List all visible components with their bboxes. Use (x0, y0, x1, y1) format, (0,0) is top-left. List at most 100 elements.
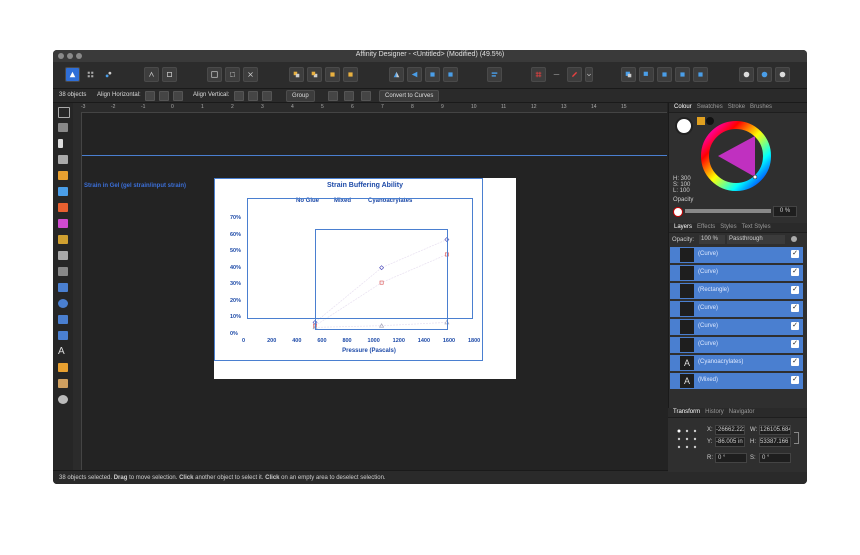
tab-history[interactable]: History (705, 408, 724, 417)
rotation-field[interactable]: 0 ° (715, 453, 747, 463)
document-page[interactable]: Strain Buffering Ability No Glue Mixed C… (214, 178, 516, 379)
snap-options-chevron-icon[interactable] (585, 67, 593, 82)
boolean-subtract-icon[interactable] (225, 67, 240, 82)
layer-row[interactable]: (Curve) ✓ (670, 301, 803, 318)
convert-to-curves-button[interactable]: Convert to Curves (379, 90, 440, 102)
move-to-back-icon[interactable] (325, 67, 340, 82)
boolean-add-icon[interactable] (207, 67, 222, 82)
tab-styles[interactable]: Styles (720, 223, 736, 232)
fill-tool-icon[interactable] (58, 219, 68, 228)
layer-row[interactable]: (Curve) ✓ (670, 265, 803, 282)
layer-visibility-checkbox[interactable]: ✓ (791, 268, 799, 276)
transparency-tool-icon[interactable] (58, 235, 68, 244)
blend-mode-select[interactable]: Passthrough (727, 235, 785, 244)
tab-text-styles[interactable]: Text Styles (742, 223, 771, 232)
zoom-tool-icon[interactable] (58, 395, 68, 404)
insert-target-icon[interactable] (693, 67, 708, 82)
corner-tool-icon[interactable] (58, 155, 68, 164)
layer-row[interactable]: A (Cyanoacrylates) ✓ (670, 355, 803, 372)
flip-horizontal-ctx-icon[interactable] (328, 91, 338, 101)
insert-top-icon[interactable] (657, 67, 672, 82)
gear-icon[interactable] (791, 236, 797, 242)
assistant-icon[interactable] (739, 67, 754, 82)
x-field[interactable]: -26662.223 (715, 425, 745, 435)
tab-swatches[interactable]: Swatches (697, 103, 723, 112)
rotate-ctx-icon[interactable] (361, 91, 371, 101)
flip-vertical-icon[interactable] (407, 67, 422, 82)
group-button[interactable]: Group (286, 90, 315, 102)
layer-row[interactable]: (Rectangle) ✓ (670, 283, 803, 300)
anchor-grid-icon[interactable] (676, 428, 698, 450)
artboard-tool-icon[interactable] (58, 123, 68, 132)
node-tool-icon[interactable] (58, 139, 63, 148)
layer-visibility-checkbox[interactable]: ✓ (791, 322, 799, 330)
tab-brushes[interactable]: Brushes (750, 103, 772, 112)
snap-arrow-icon[interactable] (549, 67, 564, 82)
opacity-slider[interactable] (685, 209, 771, 213)
layer-row[interactable]: (Curve) ✓ (670, 337, 803, 354)
align-top-icon[interactable] (234, 91, 244, 101)
boolean-intersect-icon[interactable] (243, 67, 258, 82)
view-mode-icon[interactable] (775, 67, 790, 82)
ellipse-tool-icon[interactable] (58, 299, 68, 308)
place-image-icon[interactable] (58, 251, 68, 260)
pixel-persona-icon[interactable] (83, 67, 98, 82)
layer-opacity-select[interactable]: 100 % (699, 235, 725, 244)
move-forward-icon[interactable] (307, 67, 322, 82)
layer-visibility-checkbox[interactable]: ✓ (791, 304, 799, 312)
move-tool-icon[interactable] (58, 107, 70, 118)
insert-bottom-icon[interactable] (675, 67, 690, 82)
colour-wheel[interactable] (701, 121, 771, 191)
align-left-icon[interactable] (145, 91, 155, 101)
brush-tool-icon[interactable] (58, 203, 68, 212)
flip-horizontal-icon[interactable] (389, 67, 404, 82)
hand-tool-icon[interactable] (58, 379, 68, 388)
preferences-icon[interactable] (757, 67, 772, 82)
color-picker-tool-icon[interactable] (58, 363, 68, 372)
y-field[interactable]: -86.005 in (715, 437, 745, 447)
link-dimensions-icon[interactable] (794, 432, 799, 444)
magnet-icon[interactable] (567, 67, 582, 82)
tab-stroke[interactable]: Stroke (728, 103, 745, 112)
w-field[interactable]: 126105.684 (759, 425, 791, 435)
rotate-left-icon[interactable] (425, 67, 440, 82)
move-to-front-icon[interactable] (343, 67, 358, 82)
align-icon[interactable] (487, 67, 502, 82)
rectangle-tool-icon[interactable] (58, 283, 68, 292)
align-bottom-icon[interactable] (262, 91, 272, 101)
grid-icon[interactable] (531, 67, 546, 82)
rotate-right-icon[interactable] (443, 67, 458, 82)
shear-field[interactable]: 0 ° (759, 453, 791, 463)
crop-tool-icon[interactable] (58, 267, 68, 276)
layer-visibility-checkbox[interactable]: ✓ (791, 358, 799, 366)
layer-row[interactable]: A (Mixed) ✓ (670, 373, 803, 390)
flip-vertical-ctx-icon[interactable] (344, 91, 354, 101)
tab-effects[interactable]: Effects (697, 223, 715, 232)
transform-origin-icon[interactable] (162, 67, 177, 82)
layer-visibility-checkbox[interactable]: ✓ (791, 376, 799, 384)
align-right-icon[interactable] (173, 91, 183, 101)
no-colour-icon[interactable] (673, 207, 683, 217)
tab-transform[interactable]: Transform (673, 408, 700, 417)
export-persona-icon[interactable] (101, 67, 116, 82)
rounded-rectangle-tool-icon[interactable] (58, 315, 68, 324)
designer-persona-icon[interactable] (65, 67, 80, 82)
tab-layers[interactable]: Layers (674, 223, 692, 232)
layer-visibility-checkbox[interactable]: ✓ (791, 340, 799, 348)
pen-tool-icon[interactable] (58, 171, 68, 180)
opacity-value[interactable]: 0 % (773, 206, 797, 217)
pencil-tool-icon[interactable] (58, 187, 68, 196)
tab-colour[interactable]: Colour (674, 103, 692, 112)
layer-row[interactable]: (Curve) ✓ (670, 247, 803, 264)
layer-row[interactable]: (Curve) ✓ (670, 319, 803, 336)
align-center-icon[interactable] (159, 91, 169, 101)
text-tool-icon[interactable]: A (58, 347, 68, 357)
fill-swatch[interactable] (675, 117, 693, 135)
align-middle-icon[interactable] (248, 91, 258, 101)
layer-visibility-checkbox[interactable]: ✓ (791, 286, 799, 294)
tab-navigator[interactable]: Navigator (729, 408, 755, 417)
insert-behind-icon[interactable] (639, 67, 654, 82)
triangle-tool-icon[interactable] (58, 331, 68, 340)
insert-inside-icon[interactable] (621, 67, 636, 82)
snapping-icon[interactable] (144, 67, 159, 82)
